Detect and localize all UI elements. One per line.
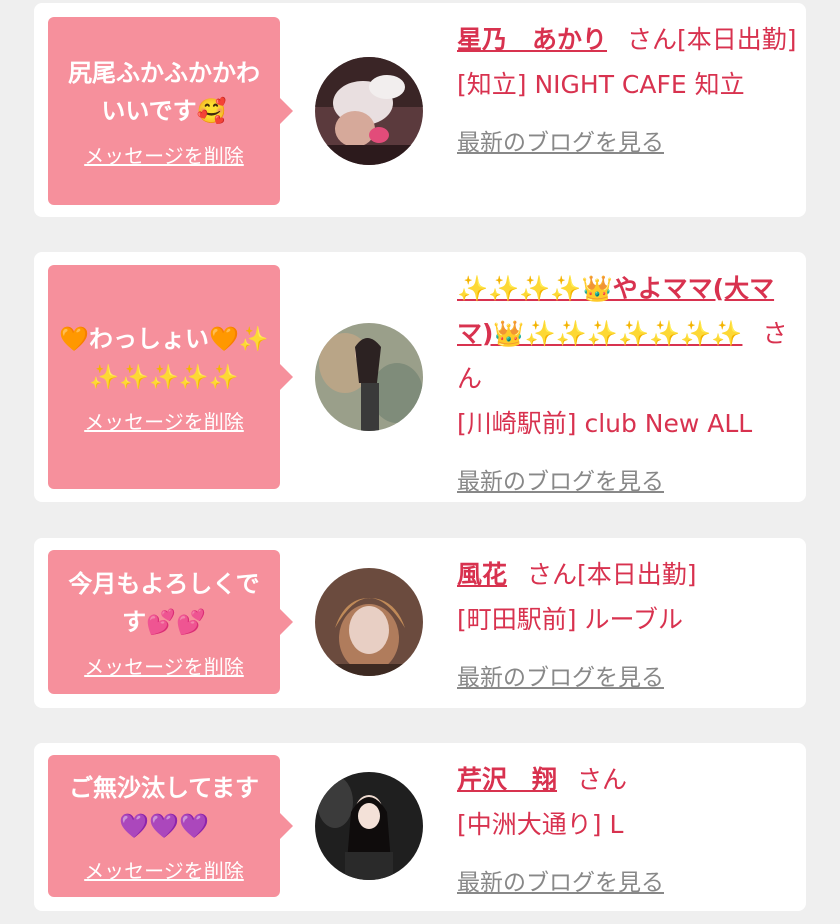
cast-name-link[interactable]: ✨✨✨✨👑やよママ(大ママ)👑✨✨✨✨✨✨✨ xyxy=(457,274,774,348)
honorific: さん xyxy=(627,25,678,54)
message-text: 尻尾ふかふかかわいいです🥰 xyxy=(68,58,260,125)
cast-info: 星乃 あかり さん[本日出勤] [知立] NIGHT CAFE 知立 最新のブログ… xyxy=(457,17,797,166)
work-status: [本日出勤] xyxy=(577,560,697,589)
latest-blog-link[interactable]: 最新のブログを見る xyxy=(457,656,664,701)
avatar[interactable] xyxy=(315,568,423,676)
work-status: [本日出勤] xyxy=(677,25,797,54)
message-bubble: 尻尾ふかふかかわいいです🥰 メッセージを削除 xyxy=(48,17,293,205)
latest-blog-link[interactable]: 最新のブログを見る xyxy=(457,861,664,906)
message-bubble: 今月もよろしくです💕💕 メッセージを削除 xyxy=(48,550,293,694)
latest-blog-link[interactable]: 最新のブログを見る xyxy=(457,460,664,505)
message-bubble: 🧡わっしょい🧡✨✨✨✨✨✨ メッセージを削除 xyxy=(48,265,293,489)
message-card: 今月もよろしくです💕💕 メッセージを削除 風花 さん[本日出勤] [町田駅前] ル… xyxy=(34,538,806,708)
shop-label: [町田駅前] ルーブル xyxy=(457,605,683,634)
shop-label: [中洲大通り] L xyxy=(457,810,624,839)
shop-label: [知立] NIGHT CAFE 知立 xyxy=(457,70,745,99)
honorific: さん xyxy=(577,765,628,794)
honorific: さん xyxy=(527,560,578,589)
avatar[interactable] xyxy=(315,772,423,880)
delete-message-link[interactable]: メッセージを削除 xyxy=(84,855,244,884)
cast-info: ✨✨✨✨👑やよママ(大ママ)👑✨✨✨✨✨✨✨ さん [川崎駅前] club New… xyxy=(457,266,797,505)
message-bubble: ご無沙汰してます💜💜💜 メッセージを削除 xyxy=(48,755,293,897)
avatar[interactable] xyxy=(315,57,423,165)
cast-info: 芹沢 翔さん [中洲大通り] L 最新のブログを見る xyxy=(457,757,797,906)
avatar[interactable] xyxy=(315,323,423,431)
message-card: 尻尾ふかふかかわいいです🥰 メッセージを削除 星乃 あかり さん[本日出勤] [知… xyxy=(34,3,806,217)
message-text: 今月もよろしくです💕💕 xyxy=(68,569,260,636)
message-card: ご無沙汰してます💜💜💜 メッセージを削除 芹沢 翔さん [中洲大通り] L 最新… xyxy=(34,743,806,911)
cast-name-link[interactable]: 芹沢 翔 xyxy=(457,765,557,794)
cast-name-link[interactable]: 星乃 あかり xyxy=(457,25,607,54)
message-text: ご無沙汰してます💜💜💜 xyxy=(68,773,260,840)
delete-message-link[interactable]: メッセージを削除 xyxy=(84,406,244,435)
message-card: 🧡わっしょい🧡✨✨✨✨✨✨ メッセージを削除 ✨✨✨✨👑やよママ(大ママ)👑✨✨… xyxy=(34,252,806,502)
delete-message-link[interactable]: メッセージを削除 xyxy=(84,651,244,680)
latest-blog-link[interactable]: 最新のブログを見る xyxy=(457,121,664,166)
delete-message-link[interactable]: メッセージを削除 xyxy=(84,140,244,169)
cast-name-link[interactable]: 風花 xyxy=(457,560,507,589)
cast-info: 風花 さん[本日出勤] [町田駅前] ルーブル 最新のブログを見る xyxy=(457,552,797,701)
message-text: 🧡わっしょい🧡✨✨✨✨✨✨ xyxy=(59,324,269,391)
shop-label: [川崎駅前] club New ALL xyxy=(457,409,753,438)
